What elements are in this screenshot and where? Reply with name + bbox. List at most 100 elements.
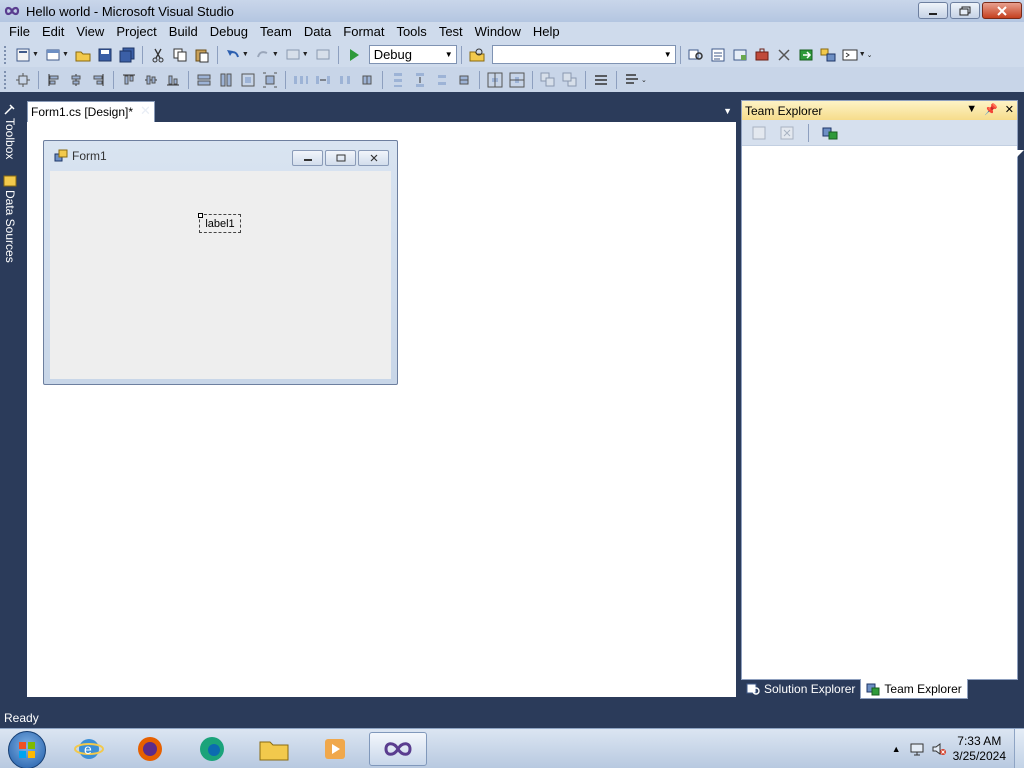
chevron-down-icon[interactable]: ▼ bbox=[302, 51, 309, 58]
align-lefts-icon[interactable] bbox=[46, 72, 62, 88]
increase-vertical-spacing-icon[interactable] bbox=[412, 72, 428, 88]
menu-test[interactable]: Test bbox=[433, 22, 469, 42]
center-horizontally-icon[interactable] bbox=[487, 72, 503, 88]
send-to-back-icon[interactable] bbox=[562, 72, 578, 88]
save-icon[interactable] bbox=[97, 47, 113, 63]
menu-team[interactable]: Team bbox=[254, 22, 298, 42]
menu-data[interactable]: Data bbox=[298, 22, 337, 42]
class-view-icon[interactable] bbox=[820, 47, 836, 63]
form1-maximize-button[interactable] bbox=[325, 150, 356, 166]
object-browser-icon[interactable] bbox=[732, 47, 748, 63]
form1-minimize-button[interactable] bbox=[292, 150, 323, 166]
navigate-backward-icon[interactable] bbox=[285, 47, 301, 63]
make-same-size-icon[interactable] bbox=[240, 72, 256, 88]
start-page-icon[interactable] bbox=[798, 47, 814, 63]
taskbar-media-player[interactable] bbox=[306, 732, 364, 766]
menu-debug[interactable]: Debug bbox=[204, 22, 254, 42]
taskbar-clock[interactable]: 7:33 AM 3/25/2024 bbox=[953, 734, 1006, 764]
form1-close-button[interactable] bbox=[358, 150, 389, 166]
open-folder-icon[interactable] bbox=[75, 47, 91, 63]
save-all-icon[interactable] bbox=[119, 47, 135, 63]
form1-window[interactable]: Form1 label1 bbox=[43, 140, 398, 385]
form1-client-area[interactable]: label1 bbox=[50, 171, 391, 379]
taskbar-edge[interactable] bbox=[183, 732, 241, 766]
align-tops-icon[interactable] bbox=[121, 72, 137, 88]
menu-tools[interactable]: Tools bbox=[390, 22, 432, 42]
make-same-width-icon[interactable] bbox=[196, 72, 212, 88]
show-hidden-icons-chevron-icon[interactable]: ▲ bbox=[892, 744, 901, 754]
show-desktop-button[interactable] bbox=[1014, 729, 1024, 768]
tab-list-chevron-icon[interactable]: ▼ bbox=[723, 106, 732, 116]
team-explorer-icon[interactable] bbox=[776, 47, 792, 63]
chevron-down-icon[interactable]: ▼ bbox=[272, 51, 279, 58]
layout-options-icon[interactable] bbox=[624, 72, 640, 88]
restore-button[interactable] bbox=[950, 2, 980, 19]
menu-project[interactable]: Project bbox=[110, 22, 162, 42]
refresh-icon[interactable] bbox=[751, 125, 767, 141]
taskbar-file-explorer[interactable] bbox=[245, 732, 303, 766]
start-debugging-icon[interactable] bbox=[346, 47, 362, 63]
toolbar-options-icon[interactable]: ⌄ bbox=[867, 51, 873, 59]
align-middles-icon[interactable] bbox=[143, 72, 159, 88]
tab-solution-explorer[interactable]: Solution Explorer bbox=[741, 679, 860, 699]
cut-icon[interactable] bbox=[150, 47, 166, 63]
start-button[interactable] bbox=[8, 731, 46, 768]
chevron-down-icon[interactable]: ▼ bbox=[859, 51, 866, 58]
chevron-down-icon[interactable]: ▼ bbox=[32, 51, 39, 58]
remove-horizontal-spacing-icon[interactable] bbox=[359, 72, 375, 88]
chevron-down-icon[interactable]: ▼ bbox=[242, 51, 249, 58]
menu-build[interactable]: Build bbox=[163, 22, 204, 42]
tab-order-icon[interactable] bbox=[593, 72, 609, 88]
toolbox-icon[interactable] bbox=[754, 47, 770, 63]
find-combo[interactable]: ▼ bbox=[491, 45, 676, 64]
menu-file[interactable]: File bbox=[3, 22, 36, 42]
close-tab-icon[interactable]: ✕ bbox=[140, 103, 151, 119]
copy-icon[interactable] bbox=[172, 47, 188, 63]
menu-window[interactable]: Window bbox=[469, 22, 527, 42]
data-sources-tab[interactable]: Data Sources bbox=[2, 174, 18, 263]
tab-team-explorer[interactable]: Team Explorer bbox=[860, 679, 968, 699]
navigate-forward-icon[interactable] bbox=[315, 47, 331, 63]
align-rights-icon[interactable] bbox=[90, 72, 106, 88]
decrease-vertical-spacing-icon[interactable] bbox=[434, 72, 450, 88]
volume-muted-icon[interactable] bbox=[931, 741, 947, 757]
stop-icon[interactable] bbox=[779, 125, 795, 141]
minimize-button[interactable] bbox=[918, 2, 948, 19]
increase-horizontal-spacing-icon[interactable] bbox=[315, 72, 331, 88]
toolbar-grip[interactable] bbox=[4, 70, 8, 89]
align-bottoms-icon[interactable] bbox=[165, 72, 181, 88]
auto-hide-pin-icon[interactable]: 📌 bbox=[984, 103, 998, 116]
command-window-icon[interactable] bbox=[842, 47, 858, 63]
align-centers-icon[interactable] bbox=[68, 72, 84, 88]
align-to-grid-icon[interactable] bbox=[15, 72, 31, 88]
network-icon[interactable] bbox=[909, 741, 925, 757]
toolbar-grip[interactable] bbox=[4, 45, 8, 64]
close-panel-icon[interactable]: ✕ bbox=[1005, 103, 1014, 116]
solution-explorer-icon[interactable] bbox=[688, 47, 704, 63]
vertical-spacing-equal-icon[interactable] bbox=[390, 72, 406, 88]
horizontal-spacing-equal-icon[interactable] bbox=[293, 72, 309, 88]
size-to-grid-icon[interactable] bbox=[262, 72, 278, 88]
make-same-height-icon[interactable] bbox=[218, 72, 234, 88]
properties-icon[interactable] bbox=[710, 47, 726, 63]
paste-icon[interactable] bbox=[194, 47, 210, 63]
solution-configuration-select[interactable]: Debug ▼ bbox=[368, 45, 457, 64]
taskbar-visual-studio[interactable] bbox=[369, 732, 427, 766]
move-grab-handle[interactable] bbox=[198, 213, 203, 218]
new-project-icon[interactable] bbox=[15, 47, 31, 63]
decrease-horizontal-spacing-icon[interactable] bbox=[337, 72, 353, 88]
chevron-down-icon[interactable]: ▼ bbox=[62, 51, 69, 58]
taskbar-internet-explorer[interactable]: e bbox=[60, 732, 118, 766]
toolbox-tab[interactable]: Toolbox bbox=[2, 102, 18, 159]
find-in-files-icon[interactable] bbox=[469, 47, 485, 63]
add-item-icon[interactable] bbox=[45, 47, 61, 63]
form-designer-surface[interactable]: Form1 label1 bbox=[27, 122, 736, 697]
taskbar-firefox[interactable] bbox=[121, 732, 179, 766]
remove-vertical-spacing-icon[interactable] bbox=[456, 72, 472, 88]
bring-to-front-icon[interactable] bbox=[540, 72, 556, 88]
center-vertically-icon[interactable] bbox=[509, 72, 525, 88]
connect-to-team-project-icon[interactable] bbox=[822, 125, 838, 141]
window-position-dropdown-icon[interactable]: ▼ bbox=[966, 103, 977, 116]
undo-icon[interactable] bbox=[225, 47, 241, 63]
menu-format[interactable]: Format bbox=[337, 22, 390, 42]
